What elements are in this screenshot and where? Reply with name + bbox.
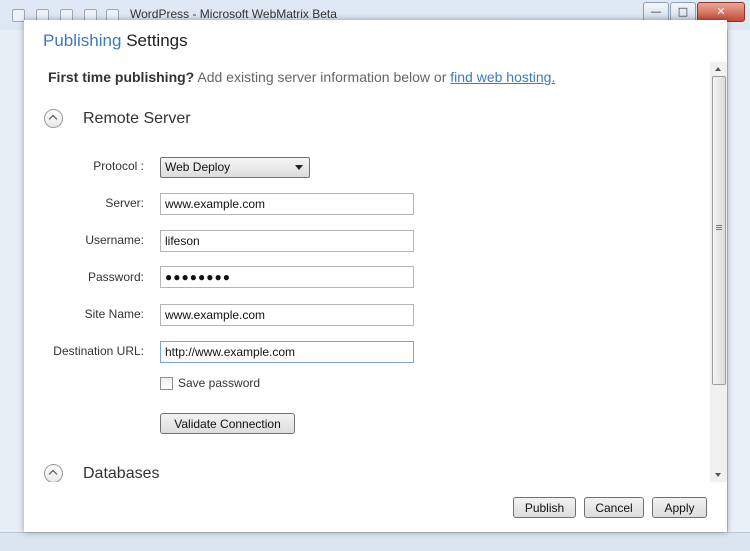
remote-server-header: Remote Server bbox=[44, 109, 191, 128]
site-name-input[interactable] bbox=[160, 304, 414, 326]
collapse-up-icon[interactable] bbox=[44, 109, 63, 128]
find-web-hosting-link[interactable]: find web hosting. bbox=[450, 69, 555, 85]
destination-url-label: Destination URL: bbox=[53, 344, 144, 358]
protocol-value: Web Deploy bbox=[165, 160, 231, 174]
protocol-select[interactable]: Web Deploy bbox=[160, 157, 310, 178]
save-password-checkbox[interactable] bbox=[160, 376, 173, 390]
minimize-button[interactable]: — bbox=[643, 2, 669, 22]
grip-line bbox=[716, 227, 722, 228]
apply-button[interactable]: Apply bbox=[652, 497, 707, 518]
validate-connection-button[interactable]: Validate Connection bbox=[160, 413, 295, 434]
grip-line bbox=[716, 225, 722, 226]
intro-body: Add existing server information below or bbox=[197, 69, 447, 85]
dialog-title-accent: Publishing bbox=[43, 31, 122, 50]
databases-header: Databases bbox=[44, 464, 160, 482]
password-label: Password: bbox=[87, 270, 144, 284]
server-label: Server: bbox=[105, 196, 144, 210]
grip-line bbox=[716, 229, 722, 230]
scroll-up-arrow-icon[interactable] bbox=[715, 67, 721, 71]
server-input[interactable] bbox=[160, 193, 414, 215]
intro-bold: First time publishing? bbox=[48, 69, 195, 85]
dialog-title-rest: Settings bbox=[126, 31, 188, 50]
cancel-button[interactable]: Cancel bbox=[584, 497, 644, 518]
app-title: WordPress - Microsoft WebMatrix Beta bbox=[130, 7, 337, 21]
intro-text: First time publishing? Add existing serv… bbox=[48, 69, 555, 85]
scrollbar-thumb[interactable] bbox=[712, 76, 726, 385]
maximize-button[interactable]: □ bbox=[670, 2, 696, 22]
app-left-panel bbox=[0, 30, 25, 550]
destination-url-input[interactable] bbox=[160, 341, 414, 363]
save-password-row: Save password bbox=[160, 376, 260, 390]
remote-server-title: Remote Server bbox=[83, 109, 191, 127]
close-button[interactable]: ✕ bbox=[697, 2, 745, 22]
scroll-down-arrow-icon[interactable] bbox=[715, 473, 721, 477]
dropdown-arrow-icon bbox=[295, 165, 303, 170]
publishing-settings-dialog: Publishing Settings First time publishin… bbox=[24, 20, 727, 532]
site-name-label: Site Name: bbox=[84, 307, 144, 321]
vertical-scrollbar[interactable] bbox=[710, 62, 727, 482]
save-password-label: Save password bbox=[178, 376, 261, 390]
protocol-label: Protocol : bbox=[93, 159, 144, 173]
username-input[interactable] bbox=[160, 230, 414, 252]
publish-button[interactable]: Publish bbox=[513, 497, 576, 518]
dialog-content: First time publishing? Add existing serv… bbox=[24, 62, 710, 482]
collapse-up-icon[interactable] bbox=[44, 464, 63, 482]
app-status-bar bbox=[0, 532, 750, 551]
username-label: Username: bbox=[85, 233, 144, 247]
databases-title: Databases bbox=[83, 464, 160, 482]
app-right-panel bbox=[727, 30, 750, 550]
password-input[interactable] bbox=[160, 266, 414, 288]
dialog-title: Publishing Settings bbox=[43, 31, 188, 51]
